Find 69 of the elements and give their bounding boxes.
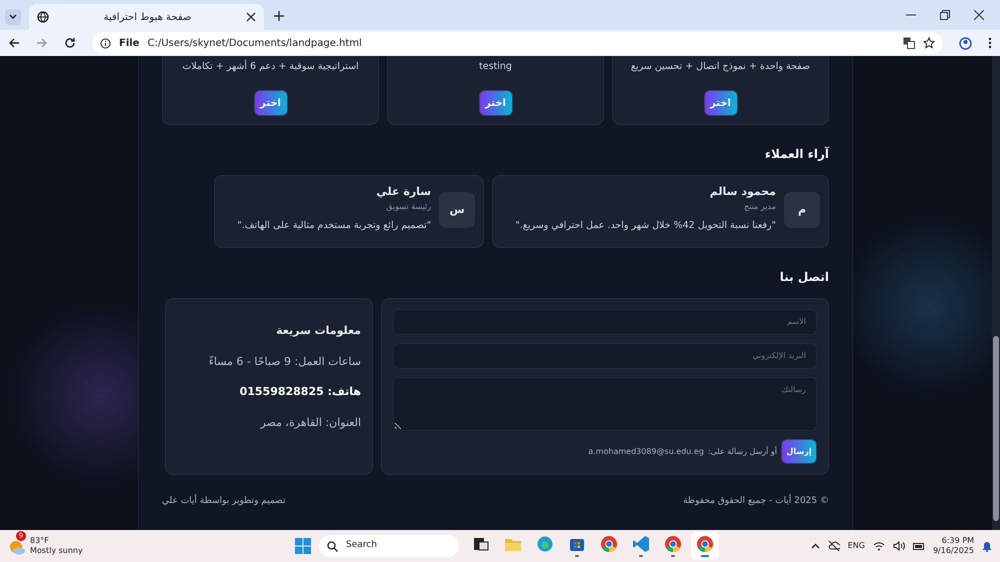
battery-icon[interactable]	[912, 541, 925, 551]
forward-icon[interactable]	[36, 37, 48, 49]
info-title: معلومات سريعة	[275, 323, 361, 339]
copyright-text: © 2025 أيات - جميع الحقوق محفوظة	[683, 495, 829, 508]
plan-features: صفحة واحدة + نموذج اتصال + تحسين سريع	[630, 60, 812, 74]
testimonial-quote: "رفعنا نسبة التحويل 42% خلال شهر واحد. عمل احترافي وسريع."	[515, 218, 776, 232]
address-bar[interactable]: File C:/Users/skynet/Documents/landpage.html	[92, 32, 943, 54]
choose-button[interactable]: اختر	[254, 90, 288, 116]
scrollbar[interactable]	[992, 56, 1000, 530]
info-address: العنوان: القاهرة، مصر	[259, 414, 361, 431]
language-indicator[interactable]: ENG	[848, 540, 865, 552]
avatar: س	[439, 192, 476, 228]
chevron-up-icon[interactable]	[810, 542, 820, 550]
input-field[interactable]: البريد الإلكتروني	[393, 342, 817, 369]
reload-icon[interactable]	[64, 37, 76, 49]
testimonial-quote: "تصميم رائع وتجربة مستخدم مثالية على الهاتف."	[237, 218, 432, 232]
clock[interactable]: 6:39 PM 9/16/2025	[932, 536, 974, 556]
section-heading: اتصل بنا	[778, 269, 829, 286]
info-phone: هاتف: 01559828825	[238, 384, 361, 400]
section-heading: آراء العملاء	[764, 146, 829, 163]
back-icon[interactable]	[8, 37, 20, 49]
url-text: C:/Users/skynet/Documents/landpage.html	[147, 36, 363, 50]
clock-time: 6:39 PM	[942, 536, 974, 546]
send-button[interactable]: إرسال	[781, 439, 817, 464]
person-name: محمود سالم	[708, 184, 776, 200]
close-icon[interactable]	[246, 12, 256, 22]
profile-icon[interactable]	[959, 36, 972, 50]
person-role: رئيسة تسويق	[385, 200, 432, 212]
cloud-icon[interactable]	[828, 540, 840, 552]
globe-icon	[37, 11, 49, 23]
weather-condition: Mostly sunny	[30, 546, 83, 556]
choose-button[interactable]: اختر	[478, 90, 512, 116]
chrome-icon	[696, 535, 714, 553]
choose-button[interactable]: اختر	[704, 90, 738, 116]
tab-list-icon[interactable]	[5, 9, 21, 25]
start-icon[interactable]	[295, 538, 311, 554]
message-field[interactable]: رسالتك	[393, 376, 817, 432]
taskbar-search[interactable]: Search	[319, 535, 459, 557]
search-icon	[327, 540, 338, 552]
input-field[interactable]: الاسم	[393, 309, 817, 335]
person-role: مدير منتج	[743, 200, 776, 212]
window-icon	[472, 535, 490, 553]
scrollbar-thumb[interactable]	[993, 336, 999, 521]
plan-features: استراتيجية سوقية + دعم 6 أشهر + تكاملات	[181, 60, 360, 74]
avatar: م	[784, 192, 820, 228]
code-editor-icon	[632, 535, 650, 553]
chrome-icon	[664, 535, 682, 553]
url-scheme: File	[119, 36, 140, 50]
browser-tab[interactable]: صفحة هبوط احترافية	[29, 4, 264, 30]
tab-title: صفحة هبوط احترافية	[102, 10, 192, 24]
restore-icon[interactable]	[940, 10, 950, 20]
wifi-icon[interactable]	[872, 541, 885, 551]
speaker-icon[interactable]	[892, 541, 905, 551]
menu-icon[interactable]	[988, 37, 992, 49]
alt-contact-text: أو أرسل رسالة على:	[708, 446, 777, 458]
person-name: سارة علي	[375, 184, 432, 200]
search-placeholder: Search	[346, 539, 377, 552]
star-icon[interactable]	[923, 37, 935, 49]
credit-text: تصميم وتطوير بواسطة أيات علي	[162, 495, 286, 508]
new-tab-icon[interactable]	[274, 11, 284, 21]
bell-icon[interactable]	[982, 540, 992, 552]
temperature: 83°F	[30, 536, 50, 546]
info-icon	[100, 38, 111, 48]
close-icon[interactable]	[974, 10, 984, 20]
plan-features: testing	[478, 60, 513, 74]
info-hours: ساعات العمل: 9 صباحًا - 6 مساءً	[208, 354, 361, 370]
clock-date: 9/16/2025	[932, 546, 974, 556]
email-link[interactable]: a.mohamed3089@su.edu.eg	[588, 446, 704, 458]
chrome-icon	[600, 535, 618, 553]
